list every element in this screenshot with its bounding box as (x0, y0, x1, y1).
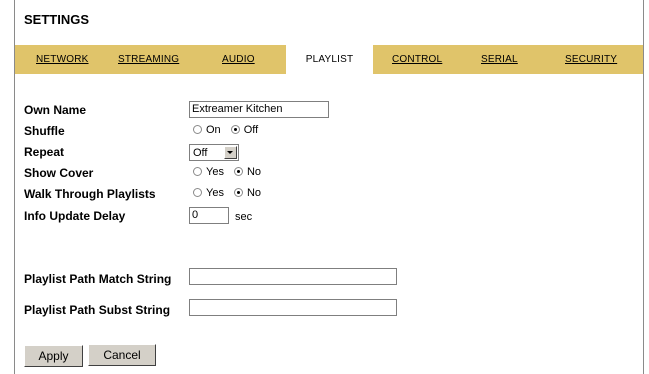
tab-audio[interactable]: AUDIO (222, 45, 255, 74)
show-cover-yes-radio[interactable] (193, 166, 202, 176)
own-name-label: Own Name (24, 103, 87, 117)
show-cover-no-radio[interactable] (233, 166, 243, 176)
repeat-select[interactable]: Off (189, 144, 239, 161)
walk-through-label: Walk Through Playlists (24, 187, 156, 201)
shuffle-on-radio[interactable] (193, 124, 202, 134)
walk-through-options: Yes No (193, 187, 271, 199)
show-cover-yes-label: Yes (206, 166, 224, 179)
walk-through-yes-label: Yes (206, 187, 224, 200)
tab-security[interactable]: SECURITY (565, 45, 617, 74)
settings-panel: SETTINGS NETWORK STREAMING AUDIO PLAYLIS… (14, 0, 644, 374)
path-match-input[interactable] (189, 268, 397, 285)
path-subst-input[interactable] (189, 299, 397, 316)
info-delay-unit: sec (235, 211, 253, 223)
path-match-label: Playlist Path Match String (24, 272, 172, 286)
repeat-value: Off (193, 147, 208, 159)
tab-playlist[interactable]: PLAYLIST (286, 45, 373, 74)
walk-through-yes-radio[interactable] (193, 187, 202, 197)
repeat-label: Repeat (24, 145, 65, 159)
shuffle-off-label: Off (243, 124, 259, 137)
shuffle-label: Shuffle (24, 124, 65, 138)
shuffle-options: On Off (193, 124, 268, 136)
shuffle-off-radio[interactable] (230, 124, 240, 134)
walk-through-no-radio[interactable] (233, 187, 243, 197)
show-cover-options: Yes No (193, 166, 271, 178)
shuffle-on-label: On (206, 124, 221, 137)
tab-bar: NETWORK STREAMING AUDIO PLAYLIST CONTROL… (15, 45, 643, 74)
path-subst-label: Playlist Path Subst String (24, 303, 171, 317)
info-delay-label: Info Update Delay (24, 209, 126, 223)
cancel-button[interactable]: Cancel (88, 344, 156, 366)
tab-streaming[interactable]: STREAMING (118, 45, 179, 74)
tab-network[interactable]: NETWORK (36, 45, 89, 74)
info-delay-input[interactable]: 0 (189, 207, 229, 224)
tab-control[interactable]: CONTROL (392, 45, 442, 74)
own-name-input[interactable]: Extreamer Kitchen (189, 101, 329, 118)
tab-serial[interactable]: SERIAL (481, 45, 518, 74)
walk-through-no-label: No (246, 187, 262, 200)
page-title: SETTINGS (24, 12, 90, 27)
show-cover-label: Show Cover (24, 166, 94, 180)
show-cover-no-label: No (246, 166, 262, 179)
apply-button[interactable]: Apply (24, 345, 83, 367)
chevron-down-icon[interactable] (224, 146, 237, 159)
